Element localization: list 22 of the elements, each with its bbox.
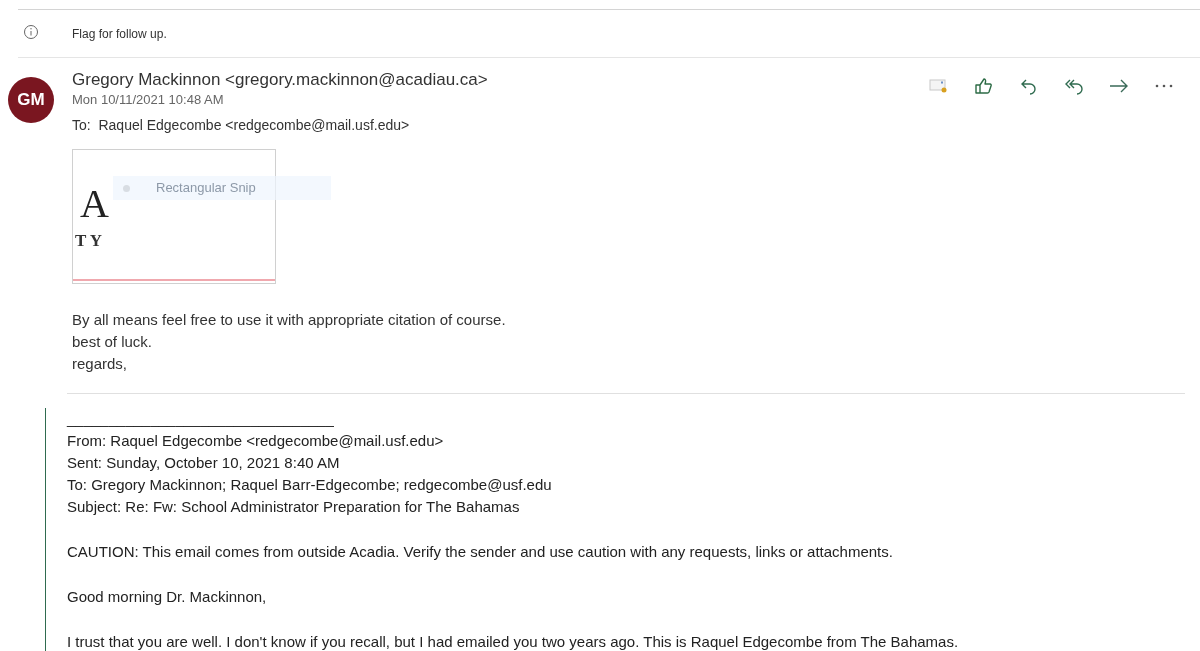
sender-name: Gregory Mackinnon <gregory.mackinnon@acadiau.ca>: [72, 69, 489, 91]
quoted-paragraph: Good morning Dr. Mackinnon,: [67, 587, 268, 607]
body-text: regards,: [72, 354, 129, 374]
thumbs-up-icon: [973, 75, 995, 97]
sender-avatar: GM: [8, 77, 54, 123]
quoted-header-line: From: Raquel Edgecombe <redgecombe@mail.usf.edu>: [67, 431, 445, 451]
snip-overlay-label: Rectangular Snip: [156, 179, 256, 198]
more-icon: [1155, 84, 1173, 88]
quoted-header-line: Sent: Sunday, October 10, 2021 8:40 AM: [67, 453, 341, 473]
snip-letters: T Y: [75, 230, 102, 252]
info-icon: [23, 23, 39, 40]
message-date: Mon 10/11/2021 10:48 AM: [72, 91, 225, 109]
info-bar-text: Flag for follow up.: [72, 25, 167, 43]
quoted-paragraph: CAUTION: This email comes from outside Acadia. Verify the sender and use caution with any requests, links or attachments.: [67, 542, 894, 562]
quoted-header-line: Subject: Re: Fw: School Administrator Preparation for The Bahamas: [67, 497, 521, 517]
separator-line: ________________________________: [67, 409, 335, 429]
body-text: By all means feel free to use it with appropriate citation of course.: [72, 310, 507, 330]
recipient-line: To: Raquel Edgecombe <redgecombe@mail.usf.edu>: [72, 116, 411, 135]
snip-letter: A: [80, 182, 109, 226]
quoted-header-line: To: Gregory Mackinnon; Raquel Barr-Edgecombe; redgecombe@usf.edu: [67, 475, 553, 495]
quoted-paragraph: I trust that you are well. I don't know if you recall, but I had emailed you two years ago. This is Raquel Edgecombe from The Bahamas.: [67, 632, 960, 651]
body-text: best of luck.: [72, 332, 154, 352]
